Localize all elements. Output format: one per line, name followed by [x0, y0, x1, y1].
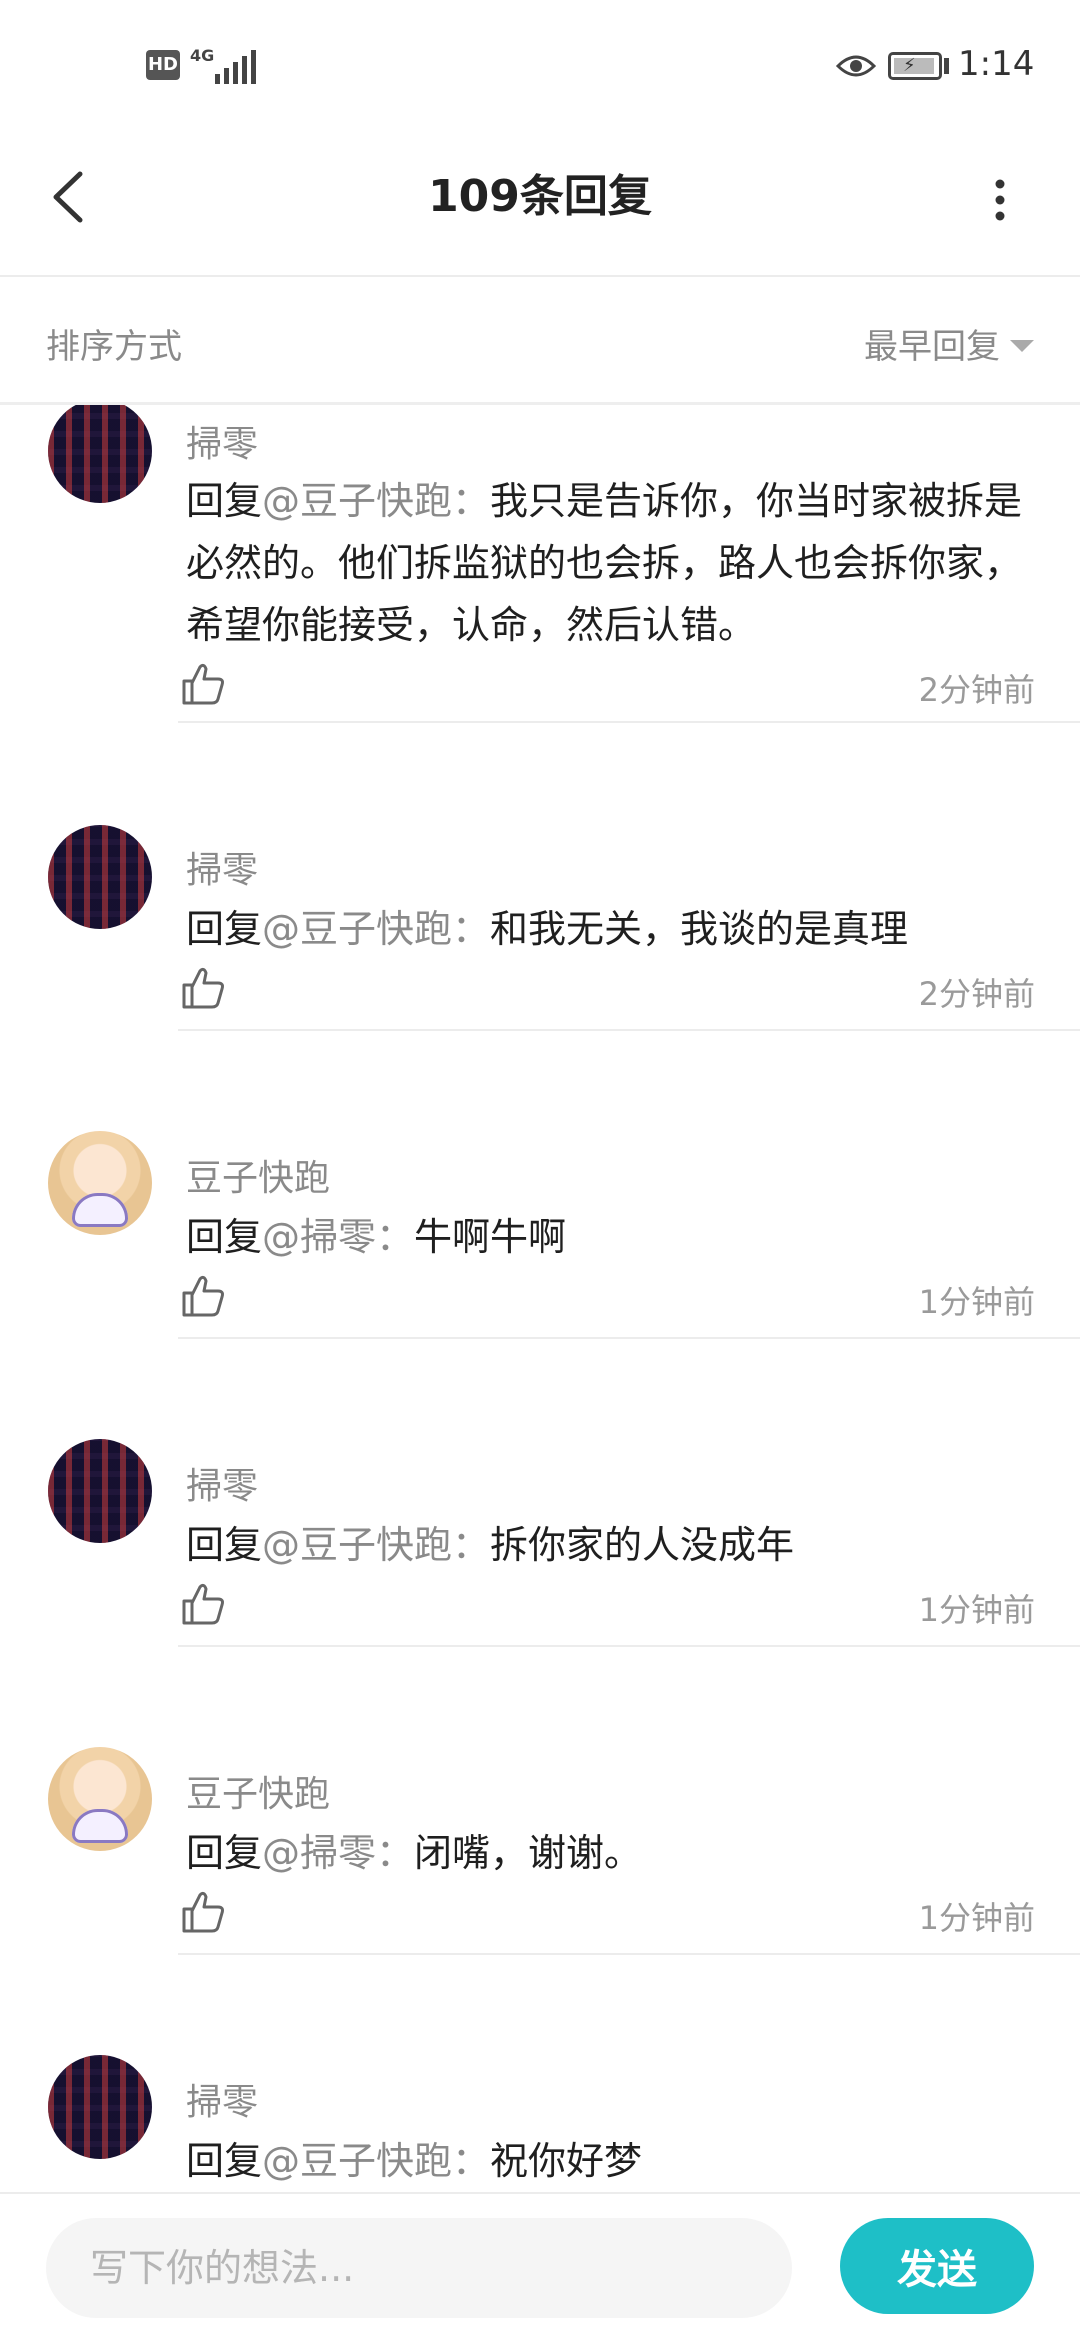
- reply-username[interactable]: 掃零: [186, 1457, 258, 1509]
- reply-username[interactable]: 掃零: [186, 841, 258, 893]
- mention-link[interactable]: @豆子快跑: [262, 479, 452, 523]
- mention-link[interactable]: @豆子快跑: [262, 2139, 452, 2183]
- reply-content: 回复@豆子快跑：和我无关，我谈的是真理: [186, 907, 909, 951]
- eye-icon: [836, 55, 876, 77]
- avatar[interactable]: [48, 1439, 152, 1543]
- sort-label: 排序方式: [46, 327, 182, 367]
- reply-time: 2分钟前: [918, 975, 1035, 1013]
- battery-charging-icon: ⚡: [888, 52, 942, 80]
- reply-item: 掃零 回复@豆子快跑：拆你家的人没成年 1分钟前: [0, 1339, 1080, 1647]
- reply-item: 掃零 回复@豆子快跑：我只是告诉你，你当时家被拆是必然的。他们拆监狱的也会拆，路…: [0, 405, 1080, 723]
- sort-bar: 排序方式 最早回复: [0, 277, 1080, 405]
- status-time: 1:14: [958, 44, 1035, 84]
- reply-item: 掃零 回复@豆子快跑：和我无关，我谈的是真理 2分钟前: [0, 723, 1080, 1031]
- signal-icon: [215, 50, 256, 84]
- caret-down-icon: [1010, 339, 1034, 352]
- reply-content: 回复@豆子快跑：拆你家的人没成年: [186, 1523, 795, 1567]
- comment-input[interactable]: [46, 2218, 792, 2318]
- status-bar: HD 4G ⚡ 1:14: [0, 0, 1080, 130]
- sort-selected: 最早回复: [864, 327, 1000, 367]
- reply-username[interactable]: 掃零: [186, 415, 258, 467]
- reply-username[interactable]: 豆子快跑: [186, 1149, 330, 1201]
- avatar[interactable]: [48, 1131, 152, 1235]
- reply-content: 回复@豆子快跑：祝你好梦: [186, 2139, 643, 2183]
- reply-item: 豆子快跑 回复@掃零：闭嘴，谢谢。 1分钟前: [0, 1647, 1080, 1955]
- avatar[interactable]: [48, 405, 152, 503]
- sort-dropdown[interactable]: 最早回复: [864, 319, 1034, 368]
- reply-time: 2分钟前: [918, 671, 1035, 709]
- reply-username[interactable]: 豆子快跑: [186, 1765, 330, 1817]
- reply-list[interactable]: 掃零 回复@豆子快跑：我只是告诉你，你当时家被拆是必然的。他们拆监狱的也会拆，路…: [0, 405, 1080, 2190]
- reply-content: 回复@掃零：闭嘴，谢谢。: [186, 1831, 643, 1875]
- reply-item: 掃零 回复@豆子快跑：祝你好梦: [0, 1955, 1080, 2190]
- reply-time: 1分钟前: [918, 1591, 1035, 1629]
- thumbs-up-icon[interactable]: [180, 1889, 226, 1935]
- avatar[interactable]: [48, 825, 152, 929]
- send-button[interactable]: 发送: [840, 2218, 1034, 2314]
- thumbs-up-icon[interactable]: [180, 1273, 226, 1319]
- avatar[interactable]: [48, 2055, 152, 2159]
- comment-composer: 发送: [0, 2192, 1080, 2342]
- reply-content: 回复@掃零：牛啊牛啊: [186, 1215, 567, 1259]
- mention-link[interactable]: @掃零: [262, 1831, 376, 1875]
- mention-link[interactable]: @豆子快跑: [262, 907, 452, 951]
- mention-link[interactable]: @掃零: [262, 1215, 376, 1259]
- thumbs-up-icon[interactable]: [180, 965, 226, 1011]
- avatar[interactable]: [48, 1747, 152, 1851]
- reply-content: 回复@豆子快跑：我只是告诉你，你当时家被拆是必然的。他们拆监狱的也会拆，路人也会…: [186, 479, 1023, 647]
- reply-time: 1分钟前: [918, 1899, 1035, 1937]
- more-icon[interactable]: [975, 170, 1025, 230]
- reply-time: 1分钟前: [918, 1283, 1035, 1321]
- mention-link[interactable]: @豆子快跑: [262, 1523, 452, 1567]
- battery-cap: [944, 58, 949, 74]
- page-title: 109条回复: [428, 171, 652, 222]
- reply-item: 豆子快跑 回复@掃零：牛啊牛啊 1分钟前: [0, 1031, 1080, 1339]
- hd-badge: HD: [146, 50, 180, 80]
- reply-username[interactable]: 掃零: [186, 2073, 258, 2125]
- thumbs-up-icon[interactable]: [180, 661, 226, 707]
- top-bar: 109条回复: [0, 130, 1080, 277]
- thumbs-up-icon[interactable]: [180, 1581, 226, 1627]
